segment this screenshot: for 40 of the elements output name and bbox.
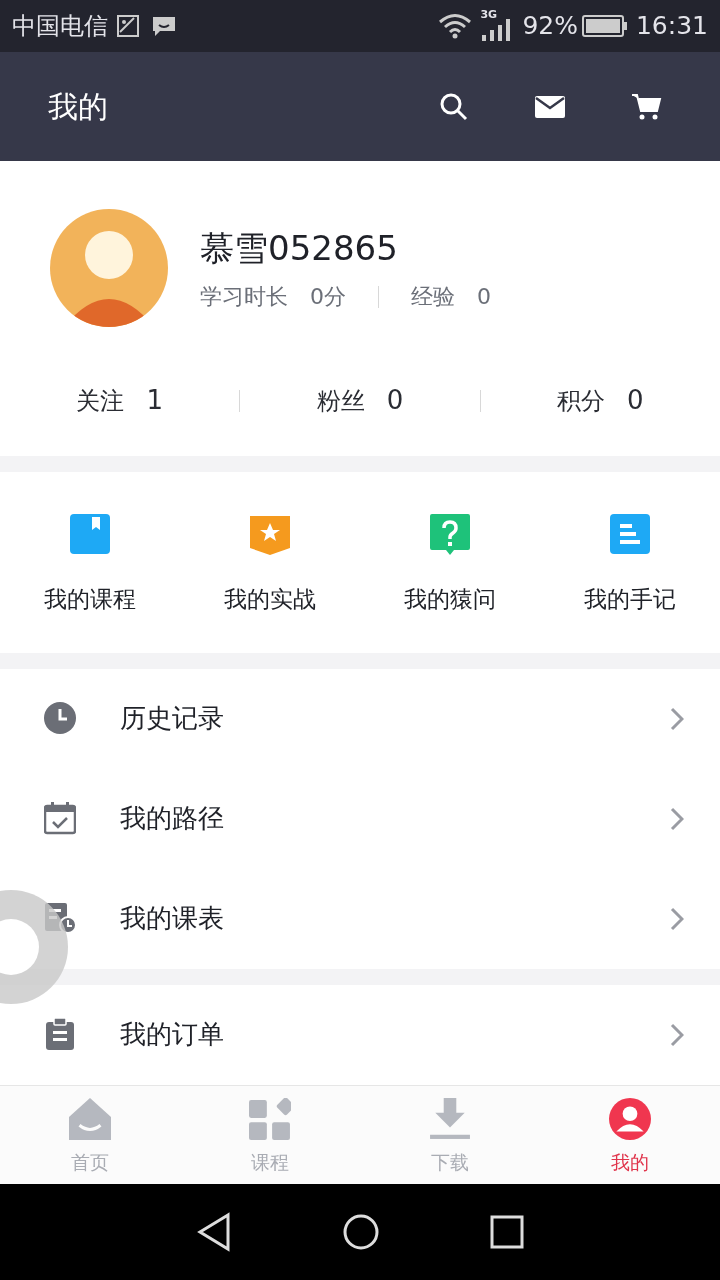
network-type: 3G	[480, 6, 498, 23]
image-icon	[116, 13, 140, 38]
carrier-name: 中国电信	[12, 10, 108, 42]
stat-value: 0分	[310, 283, 346, 312]
battery-percent: 92%	[522, 10, 578, 43]
shortcut-button[interactable]: 我的猿问	[360, 472, 540, 653]
clipboard-icon	[44, 1018, 76, 1052]
download-icon	[429, 1097, 471, 1140]
menu-item[interactable]: 我的路径	[0, 768, 720, 869]
home-button[interactable]	[342, 1213, 380, 1252]
chevron-icon	[670, 906, 684, 931]
menu-item[interactable]: 我的订单	[0, 984, 720, 1085]
count-button[interactable]: 积分 0	[480, 381, 720, 421]
page-title: 我的	[48, 88, 108, 127]
clock-icon	[44, 702, 76, 736]
stat-label: 经验	[411, 283, 455, 312]
back-button[interactable]	[196, 1212, 232, 1253]
shortcut-button[interactable]: 我的课程	[0, 472, 180, 653]
calendar-icon	[44, 802, 76, 836]
shortcut-button[interactable]: 我的实战	[180, 472, 360, 653]
menu-item[interactable]: 历史记录	[0, 668, 720, 769]
stat-label: 学习时长	[200, 283, 288, 312]
user-name: 慕雪052865	[200, 227, 399, 271]
wifi-icon	[438, 12, 473, 39]
count-button[interactable]: 粉丝 0	[240, 381, 480, 421]
stat-value: 0	[477, 283, 491, 312]
chevron-icon	[670, 1022, 684, 1047]
user-icon	[609, 1097, 651, 1140]
nav-tab[interactable]: 我的	[540, 1085, 720, 1185]
recents-button[interactable]	[490, 1215, 524, 1250]
chevron-icon	[670, 806, 684, 831]
clock-time: 16:31	[635, 10, 708, 43]
signal-icon	[480, 18, 511, 41]
battery-icon	[581, 13, 628, 38]
chat-icon	[152, 14, 176, 37]
shortcut-button[interactable]: 我的手记	[540, 472, 720, 653]
grid-icon	[249, 1097, 291, 1140]
home-icon	[69, 1097, 111, 1140]
count-button[interactable]: 关注 1	[0, 381, 240, 421]
chevron-icon	[670, 706, 684, 731]
